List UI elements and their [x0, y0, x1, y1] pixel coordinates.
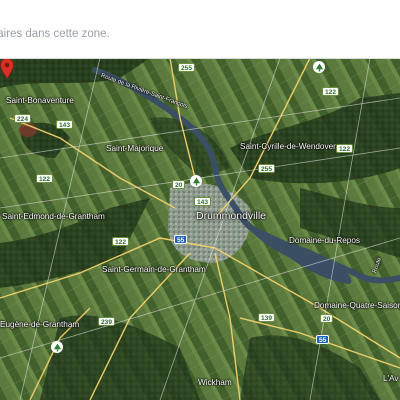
park-tree-icon[interactable]: [190, 175, 202, 187]
route-shield-224: 224: [14, 114, 32, 123]
route-shield-20: 20: [172, 180, 186, 189]
park-tree-icon[interactable]: [313, 61, 325, 73]
place-label-domaine-quatre-saisons[interactable]: Domaine-Quatre-Saisons: [314, 301, 400, 310]
place-label-saint-eugene[interactable]: Eugène-de-Grantham: [0, 320, 79, 329]
route-shield-122-west: 122: [36, 174, 54, 183]
place-label-saint-bonaventure[interactable]: Saint-Bonaventure: [6, 96, 74, 105]
route-shield-255: 255: [178, 63, 196, 72]
route-shield-255-south: 255: [258, 164, 276, 173]
place-label-saint-edmond[interactable]: Saint-Edmond-de-Grantham: [2, 212, 105, 221]
satellite-map[interactable]: Saint-Bonaventure Saint-Majorique Saint-…: [0, 58, 400, 400]
place-label-wickham[interactable]: Wickham: [198, 378, 232, 387]
place-label-saint-germain[interactable]: Saint-Germain-de-Grantham: [102, 265, 206, 274]
search-text[interactable]: taires dans cette zone.: [0, 28, 110, 40]
route-shield-55-south: 55: [316, 335, 330, 344]
route-shield-239: 239: [98, 317, 116, 326]
route-shield-122-mid: 122: [112, 237, 130, 246]
route-shield-122-north: 122: [322, 87, 340, 96]
route-shield-143: 143: [56, 120, 74, 129]
place-label-saint-majorique[interactable]: Saint-Majorique: [106, 144, 163, 153]
tree-glyph-icon: [315, 62, 323, 71]
park-tree-icon[interactable]: [51, 341, 63, 353]
place-label-saint-cyrille[interactable]: Saint-Cyrille-de-Wendover: [240, 142, 336, 151]
route-shield-122-east: 122: [336, 144, 354, 153]
place-label-drummondville[interactable]: Drummondville: [196, 210, 266, 222]
tree-glyph-icon: [192, 176, 200, 185]
route-shield-139: 139: [258, 313, 276, 322]
search-bar[interactable]: taires dans cette zone.: [0, 0, 400, 59]
place-label-domaine-du-repos[interactable]: Domaine-du-Repos: [289, 236, 360, 245]
tree-glyph-icon: [53, 342, 61, 351]
route-shield-20-south: 20: [320, 314, 334, 323]
route-shield-55: 55: [174, 235, 188, 244]
place-label-lav[interactable]: L'Av: [383, 374, 399, 383]
location-pin-icon[interactable]: [0, 58, 14, 79]
route-shield-143-center: 143: [194, 197, 212, 206]
